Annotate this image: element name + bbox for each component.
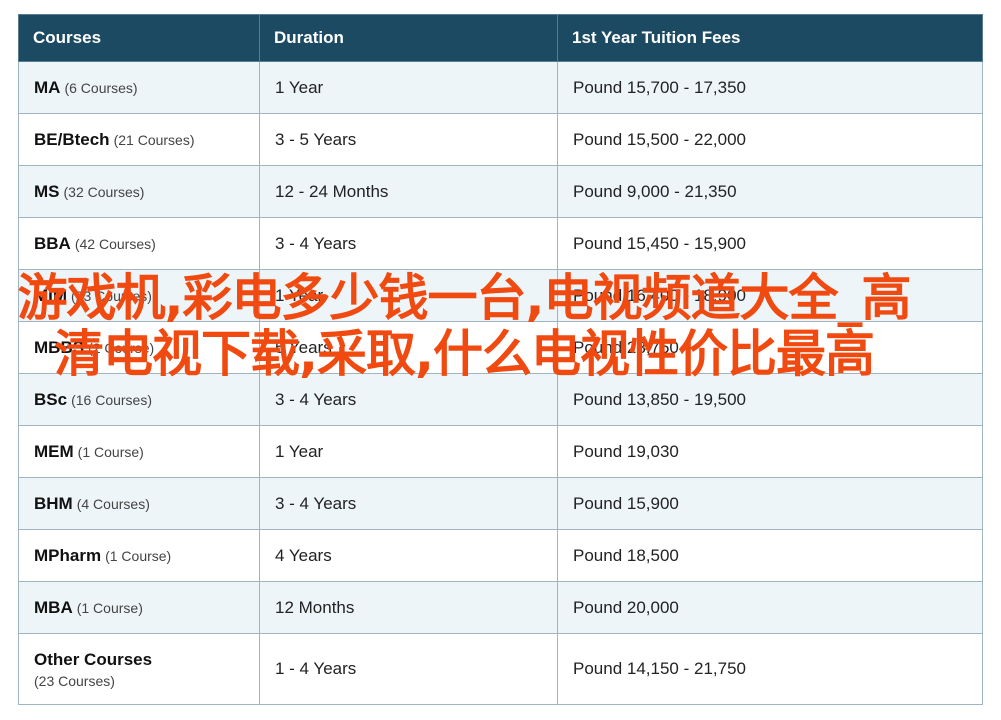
fees-cell: Pound 15,450 - 15,900 bbox=[557, 217, 983, 270]
duration-cell: 3 - 4 Years bbox=[259, 217, 558, 270]
header-courses: Courses bbox=[18, 14, 260, 62]
course-name: BE/Btech bbox=[34, 129, 110, 149]
duration-cell: 1 - 4 Years bbox=[259, 633, 558, 705]
table-header: Courses Duration 1st Year Tuition Fees bbox=[18, 14, 983, 62]
table-row: MEM (1 Course) 1 Year Pound 19,030 bbox=[18, 425, 983, 478]
table-row: MBBS (2 Course) 5 Years Pound 28,750 bbox=[18, 321, 983, 374]
fees-cell: Pound 15,900 bbox=[557, 477, 983, 530]
course-name: MEM bbox=[34, 441, 74, 461]
tuition-table-container: Courses Duration 1st Year Tuition Fees M… bbox=[18, 14, 983, 705]
table-row: Other Courses (23 Courses) 1 - 4 Years Po… bbox=[18, 633, 983, 705]
duration-cell: 12 Months bbox=[259, 581, 558, 634]
course-cell: MA (6 Courses) bbox=[18, 61, 260, 114]
fees-cell: Pound 13,850 - 19,500 bbox=[557, 373, 983, 426]
course-count: (32 Courses) bbox=[63, 183, 145, 200]
table-row: BHM (4 Courses) 3 - 4 Years Pound 15,900 bbox=[18, 477, 983, 530]
table-row: MBA (1 Course) 12 Months Pound 20,000 bbox=[18, 581, 983, 634]
duration-cell: 12 - 24 Months bbox=[259, 165, 558, 218]
fees-cell: Pound 15,500 - 22,000 bbox=[557, 113, 983, 166]
course-count: (4 Courses) bbox=[76, 495, 150, 512]
course-count: (21 Courses) bbox=[113, 131, 195, 148]
duration-cell: 1 Year bbox=[259, 269, 558, 322]
table-row: MIM (23 Courses) 1 Year Pound 16,400 - 18… bbox=[18, 269, 983, 322]
course-cell: MPharm (1 Course) bbox=[18, 529, 260, 582]
duration-cell: 3 - 5 Years bbox=[259, 113, 558, 166]
duration-cell: 3 - 4 Years bbox=[259, 373, 558, 426]
course-name: Other Courses bbox=[34, 649, 153, 669]
duration-cell: 1 Year bbox=[259, 61, 558, 114]
course-name: MPharm bbox=[34, 545, 102, 565]
course-name: MS bbox=[34, 181, 60, 201]
course-name: MBA bbox=[34, 597, 73, 617]
table-row: MPharm (1 Course) 4 Years Pound 18,500 bbox=[18, 529, 983, 582]
course-name: BHM bbox=[34, 493, 73, 513]
course-name: BBA bbox=[34, 233, 71, 253]
fees-cell: Pound 18,500 bbox=[557, 529, 983, 582]
fees-cell: Pound 16,400 - 18,900 bbox=[557, 269, 983, 322]
table-row: BE/Btech (21 Courses) 3 - 5 Years Pound 1… bbox=[18, 113, 983, 166]
course-name: MIM bbox=[34, 285, 68, 305]
course-count: (42 Courses) bbox=[74, 235, 156, 252]
table-row: BBA (42 Courses) 3 - 4 Years Pound 15,450… bbox=[18, 217, 983, 270]
table-body: MA (6 Courses) 1 Year Pound 15,700 - 17,3… bbox=[18, 61, 983, 705]
duration-cell: 3 - 4 Years bbox=[259, 477, 558, 530]
course-count: (1 Course) bbox=[105, 547, 172, 564]
course-cell: MBBS (2 Course) bbox=[18, 321, 260, 374]
fees-cell: Pound 15,700 - 17,350 bbox=[557, 61, 983, 114]
header-fees: 1st Year Tuition Fees bbox=[557, 14, 983, 62]
duration-cell: 1 Year bbox=[259, 425, 558, 478]
course-count: (16 Courses) bbox=[71, 391, 152, 408]
course-name: BSc bbox=[34, 389, 68, 409]
table-row: BSc (16 Courses) 3 - 4 Years Pound 13,850… bbox=[18, 373, 983, 426]
table-row: MS (32 Courses) 12 - 24 Months Pound 9,00… bbox=[18, 165, 983, 218]
course-cell: Other Courses (23 Courses) bbox=[18, 633, 260, 705]
course-count: (23 Courses) bbox=[71, 287, 152, 304]
duration-cell: 5 Years bbox=[259, 321, 558, 374]
duration-cell: 4 Years bbox=[259, 529, 558, 582]
fees-cell: Pound 19,030 bbox=[557, 425, 983, 478]
course-cell: MBA (1 Course) bbox=[18, 581, 260, 634]
course-count: (1 Course) bbox=[76, 599, 143, 616]
course-cell: BE/Btech (21 Courses) bbox=[18, 113, 260, 166]
fees-cell: Pound 9,000 - 21,350 bbox=[557, 165, 983, 218]
fees-cell: Pound 20,000 bbox=[557, 581, 983, 634]
course-cell: MS (32 Courses) bbox=[18, 165, 260, 218]
course-cell: MEM (1 Course) bbox=[18, 425, 260, 478]
course-name: MA bbox=[34, 77, 61, 97]
course-cell: BSc (16 Courses) bbox=[18, 373, 260, 426]
course-cell: BBA (42 Courses) bbox=[18, 217, 260, 270]
course-cell: BHM (4 Courses) bbox=[18, 477, 260, 530]
fees-cell: Pound 14,150 - 21,750 bbox=[557, 633, 983, 705]
course-count: (2 Course) bbox=[88, 339, 155, 356]
header-row: Courses Duration 1st Year Tuition Fees bbox=[18, 14, 983, 62]
header-duration: Duration bbox=[259, 14, 558, 62]
course-cell: MIM (23 Courses) bbox=[18, 269, 260, 322]
fees-cell: Pound 28,750 bbox=[557, 321, 983, 374]
tuition-table: Courses Duration 1st Year Tuition Fees M… bbox=[18, 14, 983, 705]
course-count: (23 Courses) bbox=[34, 672, 115, 689]
course-name: MBBS bbox=[34, 337, 85, 357]
course-count: (6 Courses) bbox=[64, 79, 138, 96]
course-count: (1 Course) bbox=[77, 443, 144, 460]
table-row: MA (6 Courses) 1 Year Pound 15,700 - 17,3… bbox=[18, 61, 983, 114]
